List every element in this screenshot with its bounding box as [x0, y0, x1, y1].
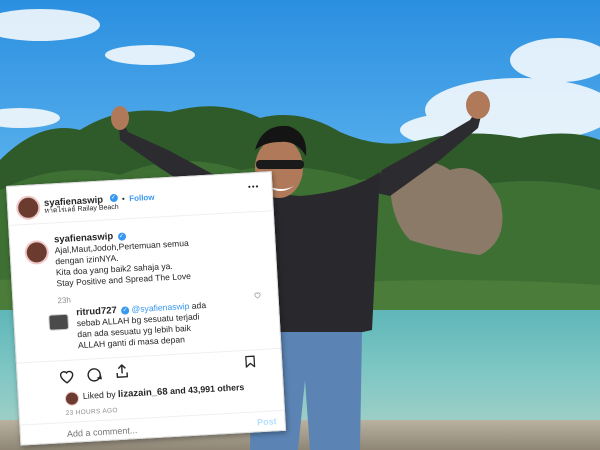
poster-avatar[interactable] [15, 195, 41, 221]
liked-by-user[interactable]: lizazain_68 [118, 386, 168, 400]
caption-block: syafienaswip ✓ Ajal,Maut,Jodoh,Pertemuan… [54, 227, 192, 306]
verified-badge-icon: ✓ [109, 193, 118, 203]
verified-badge-icon: ✓ [117, 232, 126, 241]
caption-avatar[interactable] [24, 239, 50, 266]
comment-line: ada [191, 300, 207, 311]
bookmark-icon[interactable] [243, 353, 258, 370]
comment-icon[interactable] [85, 366, 103, 384]
small-heart-icon[interactable] [253, 291, 261, 299]
verified-badge-icon: ✓ [120, 306, 130, 315]
post-comment-button[interactable]: Post [257, 416, 277, 427]
instagram-post-card: syafienaswip ✓ • Follow หาดไร่เลย์ Raila… [6, 171, 287, 446]
comment-block: ritrud727 ✓ @syafienaswip ada sebab ALLA… [76, 297, 256, 351]
liker-avatar[interactable] [64, 391, 80, 407]
likes-prefix: Liked by [82, 389, 116, 402]
more-options-icon[interactable]: ••• [248, 182, 260, 192]
commenter-avatar[interactable] [48, 313, 70, 331]
heart-icon[interactable] [57, 367, 76, 385]
actions-divider [16, 347, 281, 364]
share-icon[interactable] [113, 362, 131, 380]
likes-count[interactable]: and 43,991 others [170, 382, 245, 396]
